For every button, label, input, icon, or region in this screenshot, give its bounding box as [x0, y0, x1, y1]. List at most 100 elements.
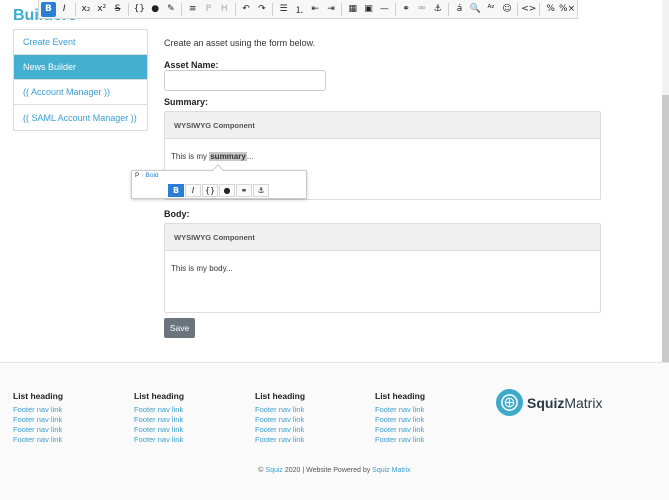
code-icon[interactable]: {} [132, 2, 147, 17]
toolbar-separator [234, 2, 236, 16]
sidebar-item-news-builder[interactable]: News Builder [14, 55, 147, 80]
footer-column-3: List heading Footer nav link Footer nav … [255, 391, 305, 445]
paragraph-icon[interactable]: P [201, 2, 216, 17]
sidebar-item-create-event[interactable]: Create Event [14, 30, 147, 55]
footer-nav-link[interactable]: Footer nav link [13, 415, 63, 425]
summary-selected-text[interactable]: summary [209, 152, 247, 161]
text-color-icon[interactable]: ● [148, 2, 163, 17]
summary-text-before: This is my [171, 152, 210, 161]
logo-mark-icon [501, 394, 518, 411]
footer-nav-link[interactable]: Footer nav link [134, 425, 184, 435]
toolbar-separator [448, 2, 450, 16]
image-icon[interactable]: ▣ [361, 2, 376, 17]
scrollbar-thumb[interactable] [662, 95, 669, 362]
copyright-matrix-link[interactable]: Squiz Matrix [372, 467, 411, 474]
footer-nav-link[interactable]: Footer nav link [13, 435, 63, 445]
footer-list-heading: List heading [255, 391, 306, 401]
footer-nav-link[interactable]: Footer nav link [255, 435, 305, 445]
path-separator: › [141, 172, 144, 179]
footer-nav-link[interactable]: Footer nav link [134, 415, 184, 425]
toolbar-separator [341, 2, 343, 16]
sidebar-item-account-manager[interactable]: (( Account Manager )) [14, 80, 147, 105]
footer-nav-link[interactable]: Footer nav link [255, 405, 305, 415]
copyright-squiz-link[interactable]: Squiz [265, 467, 283, 474]
toolbar-separator [272, 2, 274, 16]
footer-list-heading: List heading [13, 391, 64, 401]
superscript-icon[interactable]: x² [94, 2, 109, 17]
footer-column-4: List heading Footer nav link Footer nav … [375, 391, 425, 445]
footer: List heading Footer nav link Footer nav … [0, 362, 669, 500]
summary-editor-content[interactable]: This is my summary... [165, 139, 600, 161]
undo-icon[interactable]: ↶ [239, 2, 254, 17]
indent-icon[interactable]: ⇥ [324, 2, 339, 17]
logo-matrix: Matrix [564, 394, 603, 411]
body-component-header: WYSIWYG Component [165, 224, 600, 251]
copyright-mid: 2020 | Website Powered by [282, 467, 373, 474]
page-scrollbar[interactable] [662, 0, 669, 362]
strikethrough-icon[interactable]: S [110, 2, 125, 17]
bold-icon[interactable]: B [41, 1, 56, 17]
popup-anchor-icon[interactable]: ⚓ [253, 184, 269, 197]
character-map-icon[interactable]: á [452, 2, 467, 17]
unlink-icon[interactable]: ⚮ [415, 2, 430, 17]
numbered-list-icon[interactable]: ⒈ [292, 2, 307, 17]
table-icon[interactable]: ▦ [345, 2, 360, 17]
footer-nav-link[interactable]: Footer nav link [375, 435, 425, 445]
anchor-icon[interactable]: ⚓ [430, 2, 445, 17]
footer-nav-link[interactable]: Footer nav link [255, 415, 305, 425]
heading-icon[interactable]: H [217, 2, 232, 17]
source-code-icon[interactable]: <> [521, 2, 536, 17]
popup-text-color-icon[interactable]: ● [219, 184, 235, 197]
subscript-icon[interactable]: x₂ [79, 2, 94, 17]
toolbar-separator [127, 2, 129, 16]
logo-squiz: Squiz [527, 394, 565, 411]
link-icon[interactable]: ⚭ [399, 2, 414, 17]
path-p[interactable]: P [135, 172, 139, 179]
path-bold[interactable]: Bold [146, 172, 159, 179]
footer-list-heading: List heading [375, 391, 426, 401]
squiz-matrix-logo[interactable]: SquizMatrix [496, 389, 602, 416]
find-icon[interactable]: 🔍 [468, 2, 483, 17]
footer-nav-link[interactable]: Footer nav link [375, 405, 425, 415]
popup-code-icon[interactable]: {} [202, 184, 218, 197]
footer-column-2: List heading Footer nav link Footer nav … [134, 391, 184, 445]
bullet-list-icon[interactable]: ☰ [276, 2, 291, 17]
sidebar-item-saml-account-manager[interactable]: (( SAML Account Manager )) [14, 105, 147, 130]
copyright: © Squiz 2020 | Website Powered by Squiz … [0, 467, 669, 474]
wysiwyg-toolbar: B Ix₂ x² S {} ● ✎ ≡ P H ↶ ↷ ☰ ⒈ ⇤ ⇥ ▦ ▣ — ⚭ ⚮ ⚓ á 🔍 ᴬᶻ ☺ <>% %× [38, 0, 578, 19]
footer-nav-link[interactable]: Footer nav link [375, 415, 425, 425]
align-icon[interactable]: ≡ [185, 2, 200, 17]
remove-format-icon[interactable]: ✎ [164, 2, 179, 17]
asset-name-input[interactable] [164, 70, 326, 91]
popup-link-icon[interactable]: ⚭ [236, 184, 252, 197]
footer-nav-link[interactable]: Footer nav link [13, 405, 63, 415]
popup-bold-icon[interactable]: B [168, 184, 184, 197]
body-editor-content[interactable]: This is my body... [165, 251, 600, 273]
toolbar-separator [539, 2, 541, 16]
footer-nav-link[interactable]: Footer nav link [13, 425, 63, 435]
logo-text: SquizMatrix [527, 395, 602, 411]
intro-text: Create an asset using the form below. [164, 38, 316, 48]
percent-icon[interactable]: % [543, 2, 558, 17]
remove-percent-icon[interactable]: %× [559, 2, 575, 17]
toolbar-separator [74, 2, 76, 16]
summary-label: Summary: [164, 97, 209, 107]
spellcheck-icon[interactable]: ᴬᶻ [484, 2, 499, 17]
summary-component-header: WYSIWYG Component [165, 112, 600, 139]
toolbar-separator [181, 2, 183, 16]
element-path: P › Bold [135, 172, 159, 179]
squiz-logo-icon [496, 389, 523, 416]
footer-nav-link[interactable]: Footer nav link [375, 425, 425, 435]
italic-icon[interactable]: I [57, 2, 72, 17]
footer-nav-link[interactable]: Footer nav link [255, 425, 305, 435]
popup-italic-icon[interactable]: I [185, 184, 201, 197]
footer-nav-link[interactable]: Footer nav link [134, 405, 184, 415]
footer-nav-link[interactable]: Footer nav link [134, 435, 184, 445]
asset-name-label: Asset Name: [164, 60, 219, 70]
accessibility-icon[interactable]: ☺ [500, 2, 515, 17]
sidebar-nav: Create Event News Builder (( Account Man… [13, 29, 148, 131]
redo-icon[interactable]: ↷ [254, 2, 269, 17]
outdent-icon[interactable]: ⇤ [308, 2, 323, 17]
save-button[interactable]: Save [164, 318, 195, 338]
horizontal-rule-icon[interactable]: — [377, 2, 392, 17]
